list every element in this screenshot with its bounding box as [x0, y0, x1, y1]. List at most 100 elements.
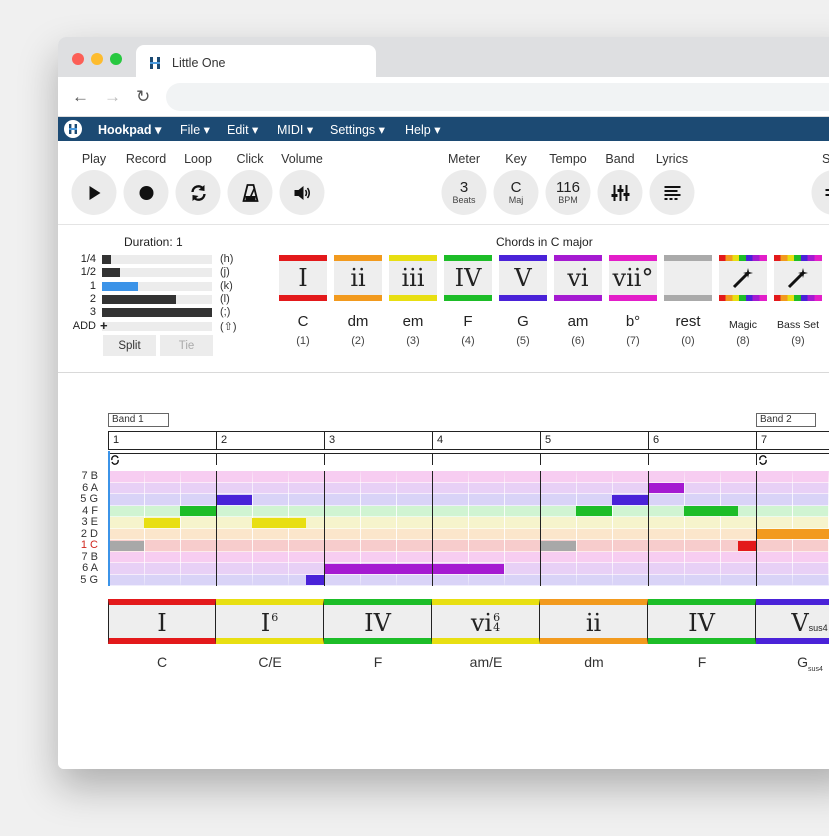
duration-bar[interactable] [102, 308, 212, 318]
duration-bar[interactable] [102, 255, 212, 264]
measure-number[interactable]: 5 [540, 431, 648, 450]
melody-note[interactable] [576, 506, 612, 516]
menu-hookpad[interactable]: Hookpad ▾ [98, 122, 161, 137]
loop-marker-bar[interactable] [540, 453, 648, 465]
melody-note[interactable] [324, 563, 504, 574]
measure-number[interactable]: 6 [648, 431, 756, 450]
reload-icon[interactable]: ↻ [136, 87, 150, 107]
measure-number[interactable]: 2 [216, 431, 324, 450]
duration-row[interactable]: 3 (;) [58, 306, 258, 319]
beat-line [576, 471, 577, 586]
duration-bar[interactable] [102, 281, 212, 291]
chord-symbol: C/E [216, 654, 324, 670]
forward-arrow-icon[interactable]: → [104, 87, 121, 107]
melody-note[interactable] [684, 506, 738, 516]
melody-note[interactable] [612, 494, 648, 505]
chord-block[interactable]: I [108, 599, 216, 644]
chord-tile-em[interactable]: iii [389, 255, 437, 301]
melody-note[interactable] [306, 575, 324, 585]
menu-midi[interactable]: MIDI ▾ [277, 122, 313, 137]
record-label: Record [125, 152, 167, 166]
chord-tile-bassset[interactable] [774, 255, 822, 301]
measure-number[interactable]: 3 [324, 431, 432, 450]
loop-button[interactable] [175, 170, 221, 215]
duration-bar-fill [102, 281, 139, 291]
minimize-window-button[interactable] [91, 53, 103, 65]
melody-note[interactable] [540, 540, 576, 551]
chord-block[interactable]: IV [648, 599, 756, 644]
chord-tile-b[interactable]: vii° [609, 255, 657, 301]
loop-marker-bar[interactable] [648, 453, 756, 465]
split-button[interactable]: Split [103, 335, 156, 356]
duration-bar[interactable] [102, 268, 212, 278]
zoom-window-button[interactable] [110, 53, 122, 65]
duration-row[interactable]: ADD + (⇧) [58, 318, 258, 333]
melody-note[interactable] [108, 540, 144, 551]
lyrics-button[interactable] [649, 170, 695, 215]
meter-button[interactable]: 3 Beats [441, 170, 487, 215]
pitch-label: 6 A [82, 562, 98, 574]
chord-block[interactable]: ii [540, 599, 648, 644]
band-2-tag[interactable]: Band 2 [756, 413, 816, 427]
loop-marker-bar[interactable] [108, 453, 216, 465]
close-window-button[interactable] [72, 53, 84, 65]
chord-block[interactable]: I6 [216, 599, 324, 644]
back-arrow-icon[interactable]: ← [72, 87, 89, 107]
play-button[interactable] [71, 170, 117, 215]
chord-tile-f[interactable]: IV [444, 255, 492, 301]
chord-tile-c[interactable]: I [279, 255, 327, 301]
loop-start-icon[interactable] [110, 455, 120, 465]
click-button[interactable] [227, 170, 273, 215]
band-button[interactable] [597, 170, 643, 215]
menu-file[interactable]: File ▾ [180, 122, 210, 137]
duration-bar[interactable] [102, 294, 212, 304]
chord-tile-magic[interactable] [719, 255, 767, 301]
band-label: Band [605, 152, 635, 166]
duration-row[interactable]: 1/2 (j) [58, 266, 258, 279]
chord-block[interactable]: Vsus4 [756, 599, 829, 644]
loop-restart-icon[interactable] [758, 455, 768, 465]
duration-row[interactable]: 1/4 (h) [58, 253, 258, 266]
measure-number[interactable]: 1 [108, 431, 216, 450]
chord-block[interactable]: vi6 4 [432, 599, 540, 644]
melody-note[interactable] [648, 483, 684, 493]
menu-edit[interactable]: Edit ▾ [227, 122, 258, 137]
loop-marker-bar[interactable] [432, 453, 540, 465]
melody-note[interactable] [252, 517, 306, 528]
chord-tile-dm[interactable]: ii [334, 255, 382, 301]
melody-note[interactable] [756, 529, 829, 539]
tab-title: Little One [172, 56, 226, 70]
duration-row[interactable]: 2 (l) [58, 293, 258, 306]
duration-shortcut: (l) [220, 292, 230, 305]
duration-shortcut: (⇧) [220, 320, 237, 333]
melody-note[interactable] [216, 494, 252, 505]
meter-label: Meter [448, 152, 480, 166]
tie-button[interactable]: Tie [160, 335, 213, 356]
menu-settings[interactable]: Settings ▾ [330, 122, 385, 137]
chord-shortcut: (6) [571, 335, 585, 347]
loop-marker-bar[interactable] [324, 453, 432, 465]
melody-note[interactable] [180, 506, 216, 516]
key-button[interactable]: C Maj [493, 170, 539, 215]
measure-number[interactable]: 4 [432, 431, 540, 450]
tempo-button[interactable]: 116 BPM [545, 170, 591, 215]
playhead-line[interactable] [108, 451, 110, 586]
measure-number[interactable]: 7 [756, 431, 829, 450]
duration-label: 3 [89, 306, 96, 319]
chord-block[interactable]: IV [324, 599, 432, 644]
record-button[interactable] [123, 170, 169, 215]
band-1-tag[interactable]: Band 1 [108, 413, 169, 427]
chord-tile-g[interactable]: V [499, 255, 547, 301]
melody-note[interactable] [144, 517, 180, 528]
loop-marker-bar[interactable] [216, 453, 324, 465]
duration-row[interactable]: 1 (k) [58, 280, 258, 293]
chord-tile-rest[interactable] [664, 255, 712, 301]
chord-tile-am[interactable]: vi [554, 255, 602, 301]
melody-note[interactable] [738, 540, 756, 551]
duration-bar[interactable]: + [100, 318, 212, 333]
roman-numeral: V [514, 264, 532, 292]
st-button[interactable] [811, 170, 829, 215]
volume-button[interactable] [279, 170, 325, 215]
menu-help[interactable]: Help ▾ [405, 122, 440, 137]
url-bar[interactable] [166, 83, 829, 111]
